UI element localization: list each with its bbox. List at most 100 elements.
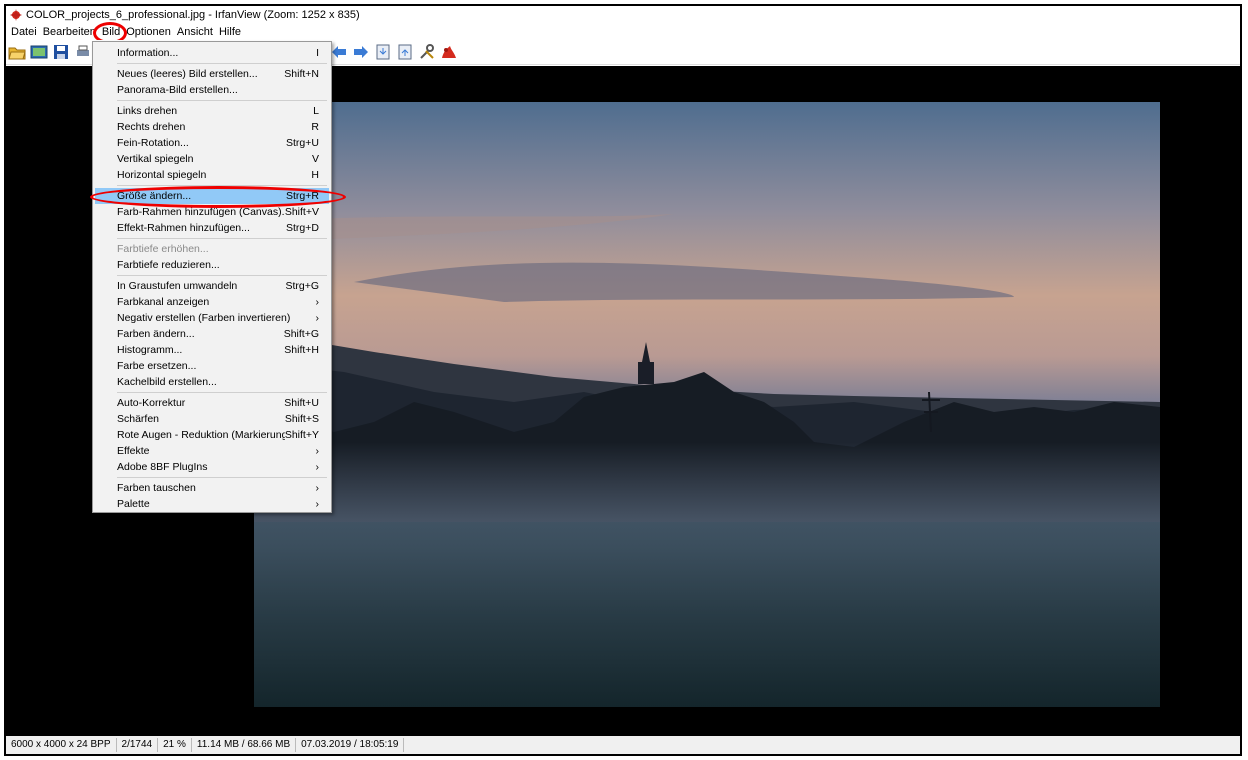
irfanview-app-icon bbox=[10, 9, 22, 21]
menu-item-effekt-rahmen[interactable]: Effekt-Rahmen hinzufügen... Strg+D bbox=[95, 220, 329, 236]
menu-item-shortcut: L bbox=[313, 105, 319, 117]
menu-item-label: Größe ändern... bbox=[117, 190, 192, 202]
irfanview-logo-icon[interactable] bbox=[440, 43, 458, 61]
menu-item-farbtiefe-erhoehen: Farbtiefe erhöhen... bbox=[95, 241, 329, 257]
menu-item-label: Effekt-Rahmen hinzufügen... bbox=[117, 222, 250, 234]
menu-item-farben-tauschen[interactable]: Farben tauschen › bbox=[95, 480, 329, 496]
menu-item-shortcut: Strg+D bbox=[286, 222, 319, 234]
bild-menu-dropdown: Information... I Neues (leeres) Bild erst… bbox=[92, 41, 332, 513]
menu-item-label: Farbtiefe reduzieren... bbox=[117, 259, 220, 271]
next-arrow-icon[interactable] bbox=[352, 43, 370, 61]
menu-bar: Datei Bearbeiten Bild Optionen Ansicht H… bbox=[6, 22, 1240, 44]
menu-item-farben-aendern[interactable]: Farben ändern... Shift+G bbox=[95, 326, 329, 342]
menu-item-histogramm[interactable]: Histogramm... Shift+H bbox=[95, 342, 329, 358]
print-icon[interactable] bbox=[74, 43, 92, 61]
menu-item-adobe-8bf[interactable]: Adobe 8BF PlugIns › bbox=[95, 459, 329, 475]
status-zoom: 21 % bbox=[158, 738, 192, 752]
menu-item-label: Farbkanal anzeigen bbox=[117, 296, 210, 308]
menu-item-shortcut: Strg+U bbox=[286, 137, 319, 149]
menu-item-schaerfen[interactable]: Schärfen Shift+S bbox=[95, 411, 329, 427]
menu-bearbeiten[interactable]: Bearbeiten bbox=[40, 26, 99, 38]
submenu-arrow-icon: › bbox=[315, 312, 320, 324]
menu-separator bbox=[117, 392, 327, 393]
menu-item-shortcut: Shift+G bbox=[283, 328, 319, 340]
submenu-arrow-icon: › bbox=[315, 296, 320, 308]
menu-item-links-drehen[interactable]: Links drehen L bbox=[95, 103, 329, 119]
menu-item-information[interactable]: Information... I bbox=[95, 45, 329, 61]
menu-hilfe[interactable]: Hilfe bbox=[216, 26, 244, 38]
menu-item-rechts-drehen[interactable]: Rechts drehen R bbox=[95, 119, 329, 135]
menu-item-label: Farben tauschen bbox=[117, 482, 196, 494]
menu-item-neues-bild[interactable]: Neues (leeres) Bild erstellen... Shift+N bbox=[95, 66, 329, 82]
menu-separator bbox=[117, 100, 327, 101]
menu-item-label: Farbtiefe erhöhen... bbox=[117, 243, 209, 255]
menu-item-kachelbild[interactable]: Kachelbild erstellen... bbox=[95, 374, 329, 390]
menu-item-shortcut: Strg+R bbox=[286, 190, 319, 202]
status-bar: 6000 x 4000 x 24 BPP 2/1744 21 % 11.14 M… bbox=[6, 736, 1240, 754]
menu-item-label: Palette bbox=[117, 498, 150, 510]
settings-icon[interactable] bbox=[418, 43, 436, 61]
menu-item-label: Kachelbild erstellen... bbox=[117, 376, 217, 388]
menu-item-label: Auto-Korrektur bbox=[117, 397, 186, 409]
menu-item-panorama[interactable]: Panorama-Bild erstellen... bbox=[95, 82, 329, 98]
status-datetime: 07.03.2019 / 18:05:19 bbox=[296, 738, 405, 752]
menu-item-farbtiefe-reduzieren[interactable]: Farbtiefe reduzieren... bbox=[95, 257, 329, 273]
menu-item-shortcut: V bbox=[311, 153, 319, 165]
menu-item-shortcut: Shift+V bbox=[284, 206, 319, 218]
submenu-arrow-icon: › bbox=[315, 482, 320, 494]
menu-separator bbox=[117, 275, 327, 276]
menu-item-label: Vertikal spiegeln bbox=[117, 153, 194, 165]
foggy-village-photo bbox=[254, 102, 1160, 707]
menu-datei[interactable]: Datei bbox=[8, 26, 40, 38]
menu-separator bbox=[117, 63, 327, 64]
menu-item-vertikal-spiegeln[interactable]: Vertikal spiegeln V bbox=[95, 151, 329, 167]
menu-item-shortcut: Shift+Y bbox=[284, 429, 319, 441]
menu-item-shortcut: Shift+U bbox=[284, 397, 319, 409]
open-folder-icon[interactable] bbox=[8, 43, 26, 61]
menu-item-shortcut: H bbox=[311, 169, 319, 181]
prev-arrow-icon[interactable] bbox=[330, 43, 348, 61]
irfanview-window: COLOR_projects_6_professional.jpg - Irfa… bbox=[4, 4, 1242, 756]
menu-bild[interactable]: Bild bbox=[92, 22, 127, 44]
menu-separator bbox=[117, 185, 327, 186]
menu-item-label: Panorama-Bild erstellen... bbox=[117, 84, 238, 96]
menu-item-auto-korrektur[interactable]: Auto-Korrektur Shift+U bbox=[95, 395, 329, 411]
menu-item-label: Rechts drehen bbox=[117, 121, 186, 133]
copy-icon[interactable] bbox=[374, 43, 392, 61]
menu-item-farbkanal[interactable]: Farbkanal anzeigen › bbox=[95, 294, 329, 310]
submenu-arrow-icon: › bbox=[315, 445, 320, 457]
paste-icon[interactable] bbox=[396, 43, 414, 61]
menu-optionen[interactable]: Optionen bbox=[123, 26, 174, 38]
menu-item-label: Effekte bbox=[117, 445, 150, 457]
menu-item-shortcut: R bbox=[311, 121, 319, 133]
menu-item-label: Information... bbox=[117, 47, 179, 59]
title-bar: COLOR_projects_6_professional.jpg - Irfa… bbox=[6, 6, 1240, 24]
menu-item-groesse-aendern[interactable]: Größe ändern... Strg+R bbox=[95, 188, 329, 204]
menu-item-horizontal-spiegeln[interactable]: Horizontal spiegeln H bbox=[95, 167, 329, 183]
menu-ansicht[interactable]: Ansicht bbox=[174, 26, 216, 38]
status-memory: 11.14 MB / 68.66 MB bbox=[192, 738, 297, 752]
menu-item-negativ[interactable]: Negativ erstellen (Farben invertieren) › bbox=[95, 310, 329, 326]
menu-item-label: Farben ändern... bbox=[117, 328, 195, 340]
menu-item-shortcut: Shift+H bbox=[284, 344, 319, 356]
window-title: COLOR_projects_6_professional.jpg - Irfa… bbox=[26, 9, 360, 21]
menu-item-label: Rote Augen - Reduktion (Markierung) bbox=[117, 429, 285, 441]
menu-separator bbox=[117, 477, 327, 478]
menu-item-label: Links drehen bbox=[117, 105, 178, 117]
status-dimensions: 6000 x 4000 x 24 BPP bbox=[6, 738, 117, 752]
menu-item-label: Fein-Rotation... bbox=[117, 137, 189, 149]
menu-item-rote-augen[interactable]: Rote Augen - Reduktion (Markierung) Shift… bbox=[95, 427, 329, 443]
menu-item-label: In Graustufen umwandeln bbox=[117, 280, 238, 292]
menu-item-shortcut: Shift+S bbox=[284, 413, 319, 425]
slideshow-icon[interactable] bbox=[30, 43, 48, 61]
menu-item-farb-rahmen[interactable]: Farb-Rahmen hinzufügen (Canvas)... Shift+… bbox=[95, 204, 329, 220]
menu-item-label: Histogramm... bbox=[117, 344, 183, 356]
menu-item-shortcut: I bbox=[316, 47, 319, 59]
menu-item-fein-rotation[interactable]: Fein-Rotation... Strg+U bbox=[95, 135, 329, 151]
menu-item-palette[interactable]: Palette › bbox=[95, 496, 329, 512]
menu-item-graustufen[interactable]: In Graustufen umwandeln Strg+G bbox=[95, 278, 329, 294]
save-icon[interactable] bbox=[52, 43, 70, 61]
menu-item-farbe-ersetzen[interactable]: Farbe ersetzen... bbox=[95, 358, 329, 374]
menu-item-effekte[interactable]: Effekte › bbox=[95, 443, 329, 459]
menu-item-shortcut: Shift+N bbox=[284, 68, 319, 80]
